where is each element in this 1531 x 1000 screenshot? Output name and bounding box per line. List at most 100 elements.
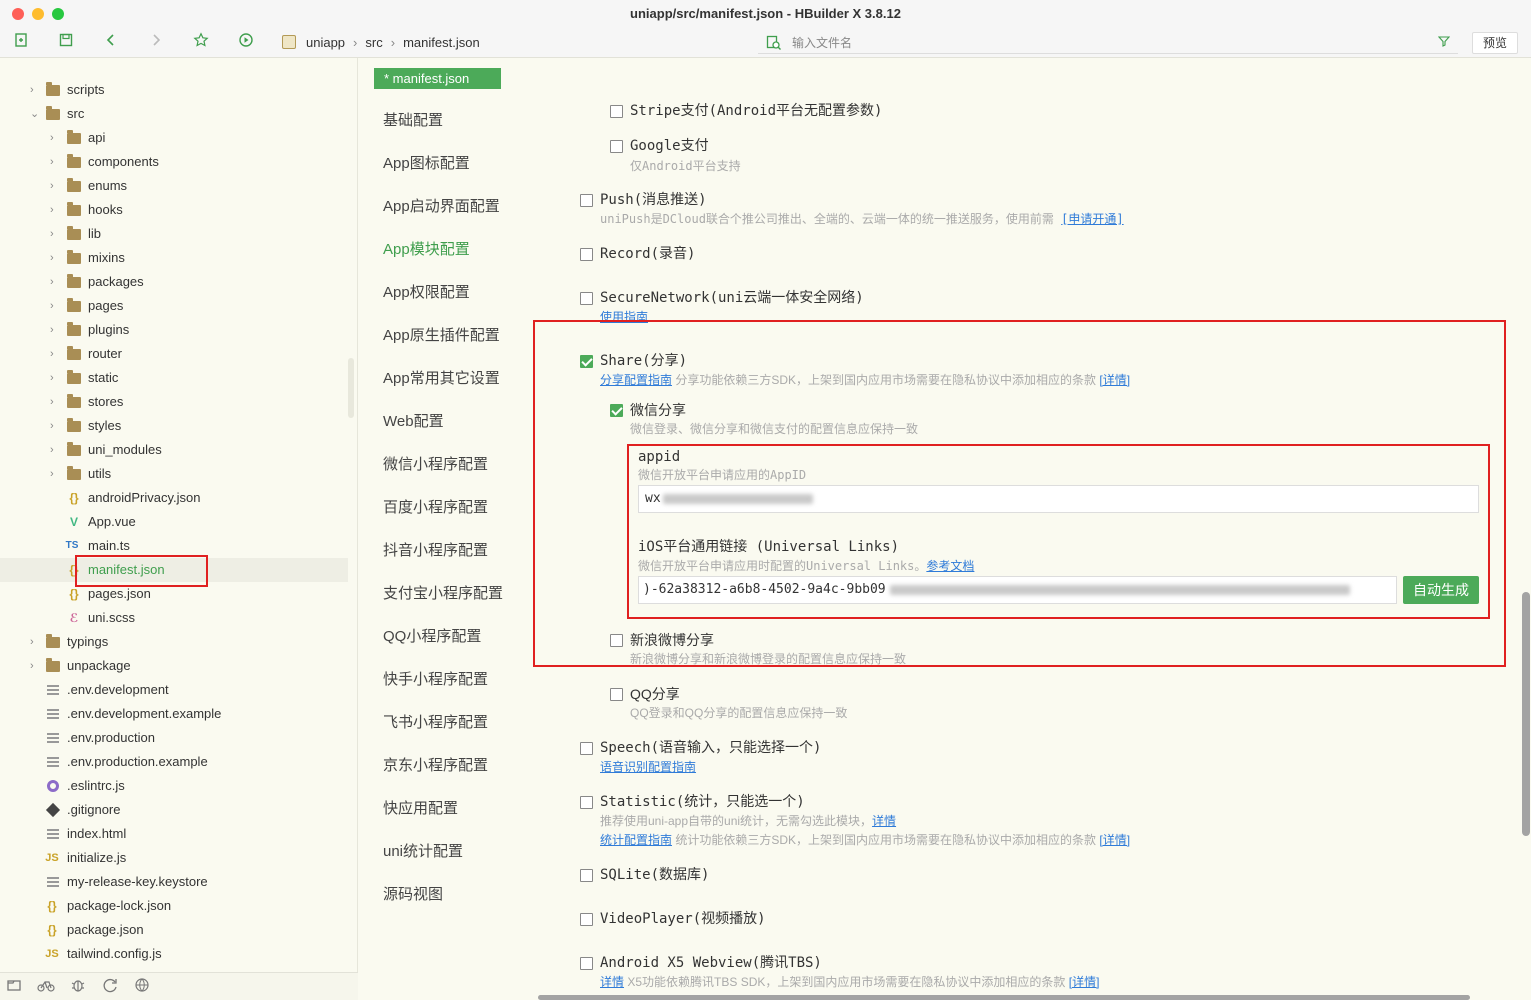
x5-link[interactable]: 详情 <box>600 975 624 989</box>
nav-item[interactable]: App常用其它设置 <box>383 367 500 391</box>
tree-folder[interactable]: › plugins <box>0 318 348 342</box>
tree-folder[interactable]: › unpackage <box>0 654 348 678</box>
back-icon[interactable] <box>100 32 122 54</box>
minimize-window-button[interactable] <box>32 8 44 20</box>
weibo-share-checkbox[interactable] <box>610 634 623 647</box>
save-icon[interactable] <box>55 32 77 54</box>
tree-file[interactable]: JS tailwind.config.js <box>0 942 348 966</box>
project-manager-icon[interactable] <box>4 977 24 997</box>
tree-folder[interactable]: › typings <box>0 630 348 654</box>
push-checkbox[interactable] <box>580 194 593 207</box>
star-icon[interactable] <box>190 32 212 54</box>
forward-icon[interactable] <box>145 32 167 54</box>
nav-item[interactable]: 抖音小程序配置 <box>383 539 488 563</box>
nav-item[interactable]: 基础配置 <box>383 109 443 133</box>
tree-file[interactable]: .env.development <box>0 678 348 702</box>
nav-item[interactable]: App权限配置 <box>383 281 470 305</box>
maximize-window-button[interactable] <box>52 8 64 20</box>
speech-guide-link[interactable]: 语音识别配置指南 <box>600 760 696 774</box>
breadcrumb-item[interactable]: uniapp <box>306 35 345 50</box>
tree-folder[interactable]: › hooks <box>0 198 348 222</box>
debug-icon[interactable] <box>68 977 88 997</box>
breadcrumb-item[interactable]: src <box>365 35 382 50</box>
nav-item[interactable]: 百度小程序配置 <box>383 496 488 520</box>
nav-item[interactable]: 飞书小程序配置 <box>383 711 488 735</box>
x5-webview-checkbox[interactable] <box>580 957 593 970</box>
share-checkbox[interactable] <box>580 355 593 368</box>
nav-item[interactable]: 源码视图 <box>383 883 443 907</box>
tree-file[interactable]: .env.production <box>0 726 348 750</box>
new-file-icon[interactable] <box>10 32 32 54</box>
nav-item[interactable]: QQ小程序配置 <box>383 625 481 649</box>
tree-folder[interactable]: › packages <box>0 270 348 294</box>
securenetwork-checkbox[interactable] <box>580 292 593 305</box>
qq-share-checkbox[interactable] <box>610 688 623 701</box>
bike-icon[interactable] <box>36 977 56 997</box>
nav-item[interactable]: 快应用配置 <box>383 797 458 821</box>
tree-folder[interactable]: › mixins <box>0 246 348 270</box>
statistic-detail-link[interactable]: 详情 <box>872 814 896 828</box>
nav-item[interactable]: App启动界面配置 <box>383 195 500 219</box>
tree-file[interactable]: {} package-lock.json <box>0 894 348 918</box>
nav-item[interactable]: App原生插件配置 <box>383 324 500 348</box>
tree-file[interactable]: index.html <box>0 822 348 846</box>
tree-file[interactable]: .eslintrc.js <box>0 774 348 798</box>
nav-item-active[interactable]: App模块配置 <box>383 238 470 262</box>
tree-folder[interactable]: › utils <box>0 462 348 486</box>
cloud-icon[interactable] <box>132 977 152 997</box>
nav-item[interactable]: uni统计配置 <box>383 840 463 864</box>
google-checkbox[interactable] <box>610 140 623 153</box>
tree-file[interactable]: ℰuni.scss <box>0 606 348 630</box>
tree-folder[interactable]: › uni_modules <box>0 438 348 462</box>
tree-folder[interactable]: › pages <box>0 294 348 318</box>
tree-folder-scripts[interactable]: › scripts <box>0 78 348 102</box>
nav-item[interactable]: 京东小程序配置 <box>383 754 488 778</box>
tab-manifest[interactable]: * manifest.json <box>374 68 501 89</box>
statistic-detail2-link[interactable]: [详情] <box>1099 833 1130 847</box>
sqlite-checkbox[interactable] <box>580 869 593 882</box>
statistic-checkbox[interactable] <box>580 796 593 809</box>
git-sync-icon[interactable] <box>100 977 120 997</box>
tree-folder[interactable]: › components <box>0 150 348 174</box>
run-icon[interactable] <box>235 32 257 54</box>
tree-file[interactable]: my-release-key.keystore <box>0 870 348 894</box>
tree-file[interactable]: JS initialize.js <box>0 846 348 870</box>
tree-file[interactable]: {} androidPrivacy.json <box>0 486 348 510</box>
tree-folder[interactable]: › enums <box>0 174 348 198</box>
breadcrumb-item[interactable]: manifest.json <box>403 35 480 50</box>
preview-button[interactable]: 预览 <box>1472 32 1518 54</box>
tree-file[interactable]: .gitignore <box>0 798 348 822</box>
wechat-share-checkbox[interactable] <box>610 404 623 417</box>
tree-file[interactable]: {} package.json <box>0 918 348 942</box>
tree-file[interactable]: .env.development.example <box>0 702 348 726</box>
share-guide-link[interactable]: 分享配置指南 <box>600 373 672 387</box>
universal-links-input[interactable]: )-62a38312-a6b8-4502-9a4c-9bb09 <box>638 576 1397 604</box>
content-scrollbar[interactable] <box>1522 592 1530 836</box>
tree-folder[interactable]: › static <box>0 366 348 390</box>
search-input[interactable] <box>792 32 1412 54</box>
close-window-button[interactable] <box>12 8 24 20</box>
nav-item[interactable]: App图标配置 <box>383 152 470 176</box>
record-checkbox[interactable] <box>580 248 593 261</box>
nav-item[interactable]: 支付宝小程序配置 <box>383 582 503 606</box>
tree-folder[interactable]: › styles <box>0 414 348 438</box>
statistic-guide-link[interactable]: 统计配置指南 <box>600 833 672 847</box>
nav-item[interactable]: 快手小程序配置 <box>383 668 488 692</box>
auto-generate-button[interactable]: 自动生成 <box>1403 576 1479 604</box>
tree-folder[interactable]: › stores <box>0 390 348 414</box>
tree-folder[interactable]: › router <box>0 342 348 366</box>
tree-file[interactable]: .env.production.example <box>0 750 348 774</box>
stripe-checkbox[interactable] <box>610 105 623 118</box>
filter-icon[interactable] <box>1437 35 1451 50</box>
tree-file[interactable]: V App.vue <box>0 510 348 534</box>
videoplayer-checkbox[interactable] <box>580 913 593 926</box>
tree-folder[interactable]: › api <box>0 126 348 150</box>
x5-detail-link[interactable]: [详情] <box>1069 975 1100 989</box>
appid-input[interactable]: wx <box>638 485 1479 513</box>
speech-checkbox[interactable] <box>580 742 593 755</box>
push-apply-link[interactable]: [申请开通] <box>1061 212 1123 226</box>
tree-folder-src[interactable]: ⌄ src <box>0 102 348 126</box>
nav-item[interactable]: 微信小程序配置 <box>383 453 488 477</box>
universal-links-doc-link[interactable]: 参考文档 <box>926 559 974 573</box>
tree-folder[interactable]: › lib <box>0 222 348 246</box>
